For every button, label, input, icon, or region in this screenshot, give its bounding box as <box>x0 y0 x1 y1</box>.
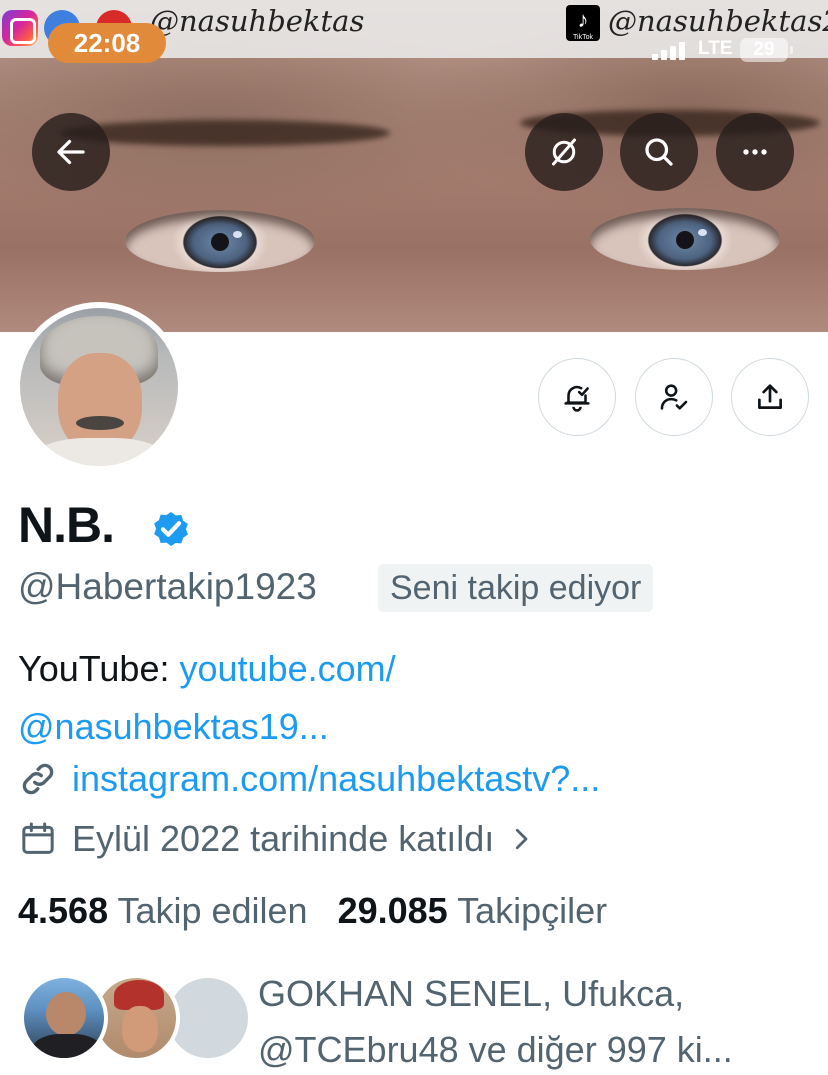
calendar-icon <box>22 822 54 854</box>
tiktok-label: TikTok <box>573 34 593 41</box>
tiktok-icon: ♪ TikTok <box>566 5 600 41</box>
back-button[interactable] <box>32 113 110 191</box>
hide-button[interactable] <box>525 113 603 191</box>
share-icon <box>758 384 782 409</box>
following-button[interactable] <box>635 358 713 436</box>
follow-counts: 4.568 Takip edilen 29.085 Takipçiler <box>18 890 607 932</box>
following-count: 4.568 <box>18 890 109 931</box>
link-icon <box>22 763 54 795</box>
profile-handle: @Habertakip1923 <box>18 566 317 607</box>
mutual-line-2: @TCEbru48 ve diğer 997 ki... <box>258 1029 733 1070</box>
watermark-handle-right: @nasuhbektas2 <box>608 4 828 38</box>
person-check-icon <box>660 384 688 410</box>
profile-avatar[interactable] <box>14 302 184 472</box>
profile-website: instagram.com/nasuhbektastv?... <box>18 758 600 800</box>
banner-eye-right <box>590 208 780 270</box>
followers-link[interactable]: 29.085 Takipçiler <box>338 890 608 931</box>
bio-text: YouTube: <box>18 648 180 689</box>
chevron-right-icon <box>516 828 528 850</box>
bio-youtube-link-cont[interactable]: @nasuhbektas19... <box>18 698 798 756</box>
followers-label: Takipçiler <box>457 890 608 931</box>
follows-you-badge: Seni takip ediyor <box>378 564 654 612</box>
mutual-followers[interactable]: GOKHAN SENEL, Ufukca, @TCEbru48 ve diğer… <box>20 966 820 1070</box>
search-icon <box>645 138 673 166</box>
signal-icon <box>652 40 692 60</box>
banner-eye-left <box>125 210 315 272</box>
notifications-button[interactable] <box>538 358 616 436</box>
avatar-photo <box>20 308 178 466</box>
website-link[interactable]: instagram.com/nasuhbektastv?... <box>72 758 600 800</box>
profile-name: N.B. <box>18 497 115 553</box>
profile-joined[interactable]: Eylül 2022 tarihinde katıldı <box>18 818 536 860</box>
verified-badge-icon <box>154 511 188 547</box>
mutual-line-1: GOKHAN SENEL, Ufukca, <box>258 973 685 1014</box>
share-button[interactable] <box>731 358 809 436</box>
following-label: Takip edilen <box>117 890 308 931</box>
eye-slash-icon <box>552 138 576 166</box>
mutual-followers-text: GOKHAN SENEL, Ufukca, @TCEbru48 ve diğer… <box>258 966 818 1075</box>
joined-text: Eylül 2022 tarihinde katıldı <box>72 818 495 859</box>
profile-bio: YouTube: youtube.com/ @nasuhbektas19... <box>18 640 798 756</box>
bio-youtube-link[interactable]: youtube.com/ <box>179 648 395 689</box>
watermark-handle-left: @nasuhbektas <box>150 4 365 38</box>
followers-count: 29.085 <box>337 890 448 931</box>
battery-indicator: 29 <box>740 38 793 62</box>
following-link[interactable]: 4.568 Takip edilen <box>18 890 308 931</box>
more-button[interactable] <box>716 113 794 191</box>
instagram-icon <box>2 10 38 46</box>
mutual-avatar <box>20 974 108 1062</box>
more-dots-icon <box>743 149 767 155</box>
bell-check-icon <box>564 385 590 412</box>
status-time: 22:08 <box>48 23 166 63</box>
back-arrow-icon <box>57 139 85 165</box>
search-button[interactable] <box>620 113 698 191</box>
network-type: LTE <box>698 38 733 59</box>
banner-brow-left <box>60 120 390 146</box>
